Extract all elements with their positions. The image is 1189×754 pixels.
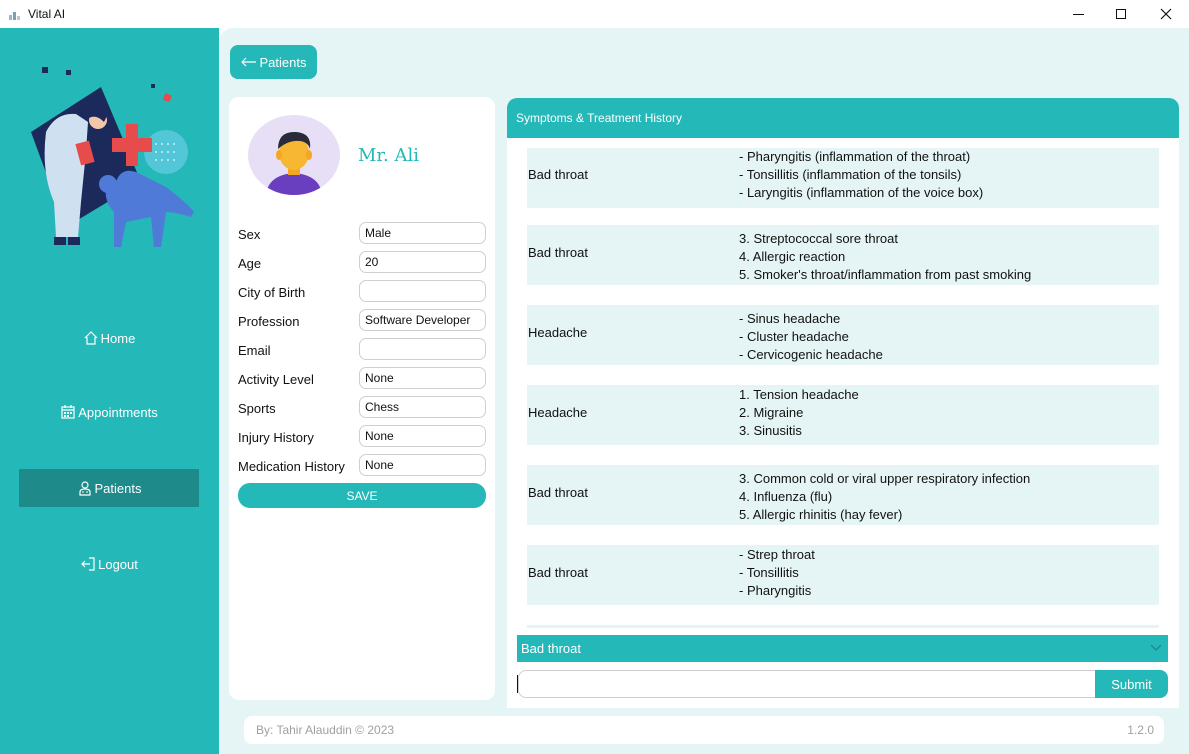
history-row: Bad throat 3. Common cold or viral upper… [527, 465, 1159, 525]
age-field[interactable] [359, 251, 486, 273]
minimize-icon [1072, 13, 1084, 15]
medication-history-field[interactable] [359, 454, 486, 476]
sidebar-item-home[interactable]: Home [19, 319, 199, 357]
calendar-icon [61, 405, 75, 419]
close-icon [1160, 8, 1172, 20]
arrow-left-icon [240, 57, 256, 67]
sidebar-item-appointments[interactable]: Appointments [19, 393, 199, 431]
treatment-line: - Tonsillitis (inflammation of the tonsi… [739, 167, 962, 182]
treatment-line: 5. Smoker's throat/inflammation from pas… [739, 267, 1032, 282]
city-of-birth-label: City of Birth [238, 285, 306, 300]
save-button[interactable]: SAVE [238, 483, 486, 508]
chevron-down-icon [1150, 644, 1162, 651]
history-treatment: 3. Streptococcal sore throat 4. Allergic… [739, 230, 1159, 284]
app-title: Vital AI [28, 7, 66, 21]
sports-field[interactable] [359, 396, 486, 418]
sex-label: Sex [238, 227, 261, 242]
history-list[interactable]: Bad throat - Pharyngitis (inflammation o… [527, 146, 1159, 628]
treatment-line: - Laryngitis (inflammation of the voice … [739, 185, 984, 200]
injury-history-field[interactable] [359, 425, 486, 447]
history-header: Symptoms & Treatment History [507, 98, 1179, 138]
app-version: 1.2.0 [1127, 723, 1154, 737]
treatment-line: - Sinus headache [739, 311, 841, 326]
doctor-illustration [31, 67, 194, 247]
logout-icon [81, 557, 95, 571]
minimize-button[interactable] [1055, 0, 1101, 28]
history-row: Headache 1. Tension headache 2. Migraine… [527, 385, 1159, 445]
sidebar-item-label: Patients [94, 480, 142, 496]
sex-field[interactable] [359, 222, 486, 244]
avatar [248, 115, 340, 195]
treatment-line: 3. Sinusitis [739, 423, 802, 438]
treatment-line: 4. Allergic reaction [739, 249, 846, 264]
treatment-line: 3. Streptococcal sore throat [739, 231, 898, 246]
history-treatment: - Strep throat - Tonsillitis - Pharyngit… [739, 546, 1159, 600]
activity-level-field[interactable] [359, 367, 486, 389]
profession-field[interactable] [359, 309, 486, 331]
email-field[interactable] [359, 338, 486, 360]
symptom-select[interactable]: Bad throat [517, 635, 1168, 662]
history-row: Bad throat 3. Streptococcal sore throat … [527, 225, 1159, 285]
sidebar: Home Appointments Patients Logout [0, 28, 219, 754]
symptom-select-value: Bad throat [521, 641, 581, 656]
home-icon [84, 331, 98, 345]
activity-level-label: Activity Level [238, 372, 314, 387]
history-symptom: Bad throat [528, 485, 588, 500]
back-to-patients-button[interactable]: Patients [230, 45, 317, 79]
text-cursor [517, 675, 518, 693]
treatment-query-input[interactable] [518, 670, 1098, 698]
treatment-line: - Pharyngitis [739, 583, 812, 598]
treatment-line: 5. Allergic rhinitis (hay fever) [739, 507, 903, 522]
medication-history-label: Medication History [238, 459, 345, 474]
history-row: Headache - Sinus headache - Cluster head… [527, 305, 1159, 365]
treatment-line: 2. Migraine [739, 405, 804, 420]
maximize-icon [1116, 9, 1126, 19]
history-treatment: 3. Common cold or viral upper respirator… [739, 470, 1159, 524]
close-button[interactable] [1143, 0, 1189, 28]
history-treatment: 1. Tension headache 2. Migraine 3. Sinus… [739, 386, 1159, 440]
footer-credit: By: Tahir Alauddin © 2023 [256, 723, 395, 737]
sidebar-item-label: Home [100, 330, 136, 346]
app-logo-icon [8, 7, 22, 21]
back-button-label: Patients [259, 54, 307, 70]
history-treatment: - Pharyngitis (inflammation of the throa… [739, 148, 1159, 202]
symptoms-history-panel: Symptoms & Treatment History Bad throat … [507, 98, 1179, 708]
patient-icon [78, 481, 91, 496]
main-content: Patients Mr. Ali Sex Age City of Birth P… [219, 28, 1189, 754]
history-row-partial [527, 625, 1159, 628]
treatment-line: - Cluster headache [739, 329, 849, 344]
sidebar-item-label: Logout [98, 556, 138, 572]
history-symptom: Headache [528, 325, 588, 340]
treatment-line: 3. Common cold or viral upper respirator… [739, 471, 1031, 486]
patient-name: Mr. Ali [358, 145, 420, 166]
treatment-line: - Strep throat [739, 547, 815, 562]
treatment-line: - Tonsillitis [739, 565, 799, 580]
age-label: Age [238, 256, 262, 271]
profession-label: Profession [238, 314, 300, 329]
footer: By: Tahir Alauddin © 2023 1.2.0 [244, 716, 1164, 744]
sidebar-item-logout[interactable]: Logout [19, 545, 199, 583]
history-treatment: - Sinus headache - Cluster headache - Ce… [739, 310, 1159, 364]
sidebar-item-patients[interactable]: Patients [19, 469, 199, 507]
treatment-line: 1. Tension headache [739, 387, 859, 402]
city-of-birth-field[interactable] [359, 280, 486, 302]
email-label: Email [238, 343, 271, 358]
history-symptom: Bad throat [528, 565, 588, 580]
patient-details-card: Mr. Ali Sex Age City of Birth Profession… [229, 97, 495, 700]
history-row: Bad throat - Strep throat - Tonsillitis … [527, 545, 1159, 605]
treatment-line: - Cervicogenic headache [739, 347, 883, 362]
treatment-line: 4. Influenza (flu) [739, 489, 833, 504]
history-symptom: Headache [528, 405, 588, 420]
maximize-button[interactable] [1098, 0, 1144, 28]
history-symptom: Bad throat [528, 167, 588, 182]
title-bar: Vital AI [0, 0, 1189, 28]
sidebar-item-label: Appointments [78, 404, 158, 420]
treatment-line: - Pharyngitis (inflammation of the throa… [739, 149, 971, 164]
injury-history-label: Injury History [238, 430, 314, 445]
submit-button[interactable]: Submit [1095, 670, 1168, 698]
sports-label: Sports [238, 401, 276, 416]
history-symptom: Bad throat [528, 245, 588, 260]
history-row: Bad throat - Pharyngitis (inflammation o… [527, 148, 1159, 208]
